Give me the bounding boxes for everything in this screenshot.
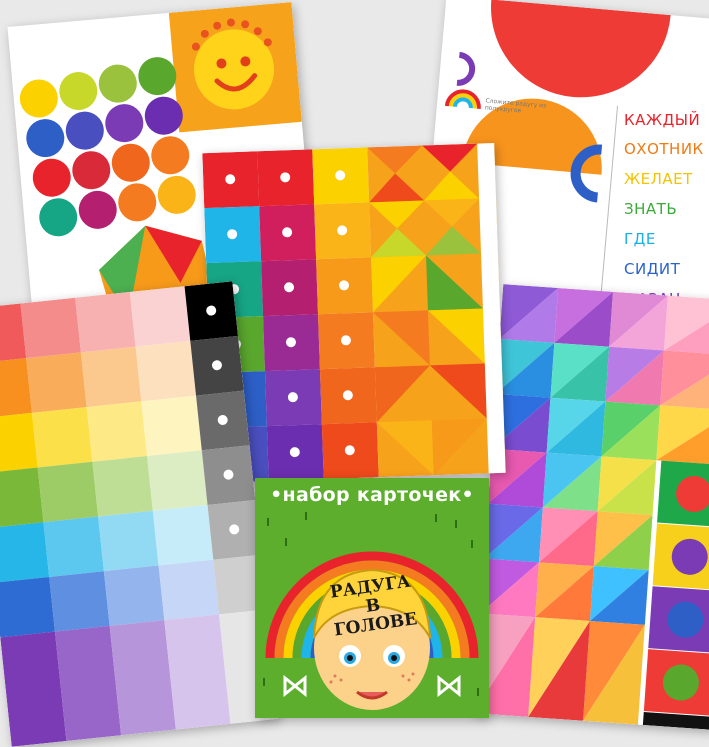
color-circles xyxy=(19,57,196,237)
word-3: ЖЕЛАЕТ xyxy=(624,170,693,188)
cover-card: РАДУГА В ГОЛОВЕ xyxy=(255,478,489,718)
word-5: ГДЕ xyxy=(624,230,656,248)
word-4: ЗНАТЬ xyxy=(624,200,678,218)
mini-rainbow-icon xyxy=(444,89,481,109)
triangles-sheet xyxy=(473,284,709,730)
triangles-sheet-art xyxy=(473,284,709,730)
word-2: ОХОТНИК xyxy=(624,140,704,158)
semicircle-red xyxy=(491,0,671,98)
cover-title: •набор карточек• xyxy=(270,484,474,506)
word-1: КАЖДЫЙ xyxy=(624,111,701,129)
semicircle-violet xyxy=(456,51,476,86)
swatches-sheet xyxy=(0,281,279,747)
word-6: СИДИТ xyxy=(624,260,681,278)
swatches-sheet-art xyxy=(0,281,279,747)
triangle-columns xyxy=(367,143,506,478)
